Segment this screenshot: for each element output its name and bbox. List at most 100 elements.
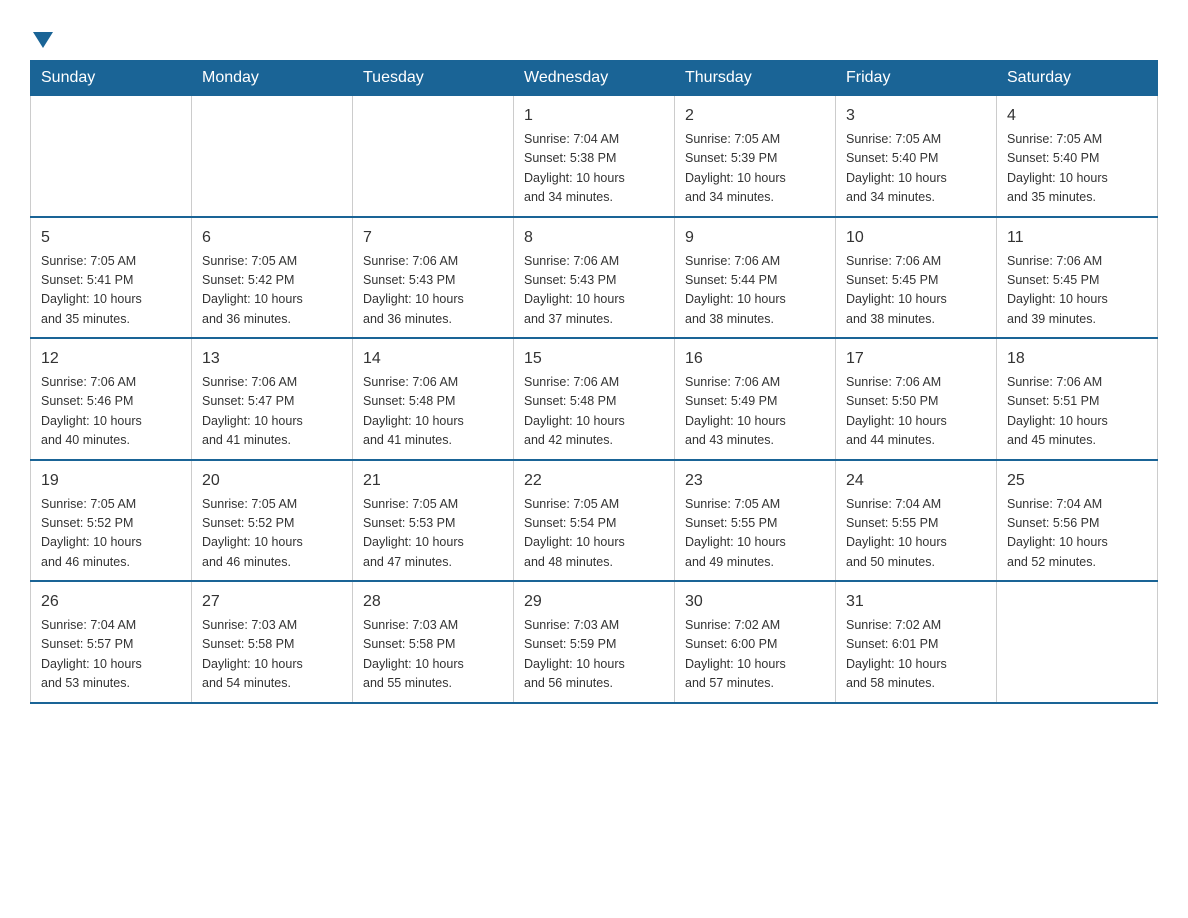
calendar-cell: 20Sunrise: 7:05 AMSunset: 5:52 PMDayligh… xyxy=(192,460,353,582)
calendar-week-row: 19Sunrise: 7:05 AMSunset: 5:52 PMDayligh… xyxy=(31,460,1158,582)
day-number: 2 xyxy=(685,104,825,128)
day-number: 23 xyxy=(685,469,825,493)
calendar-week-row: 12Sunrise: 7:06 AMSunset: 5:46 PMDayligh… xyxy=(31,338,1158,460)
day-info: Sunrise: 7:05 AMSunset: 5:40 PMDaylight:… xyxy=(846,130,986,208)
day-info: Sunrise: 7:06 AMSunset: 5:47 PMDaylight:… xyxy=(202,373,342,451)
calendar-cell: 18Sunrise: 7:06 AMSunset: 5:51 PMDayligh… xyxy=(997,338,1158,460)
calendar-cell: 27Sunrise: 7:03 AMSunset: 5:58 PMDayligh… xyxy=(192,581,353,703)
day-number: 25 xyxy=(1007,469,1147,493)
day-number: 8 xyxy=(524,226,664,250)
calendar-cell: 23Sunrise: 7:05 AMSunset: 5:55 PMDayligh… xyxy=(675,460,836,582)
calendar-cell: 14Sunrise: 7:06 AMSunset: 5:48 PMDayligh… xyxy=(353,338,514,460)
day-header-thursday: Thursday xyxy=(675,61,836,96)
calendar-week-row: 1Sunrise: 7:04 AMSunset: 5:38 PMDaylight… xyxy=(31,96,1158,217)
day-info: Sunrise: 7:05 AMSunset: 5:54 PMDaylight:… xyxy=(524,495,664,573)
day-info: Sunrise: 7:03 AMSunset: 5:58 PMDaylight:… xyxy=(202,616,342,694)
calendar-cell: 10Sunrise: 7:06 AMSunset: 5:45 PMDayligh… xyxy=(836,217,997,339)
day-info: Sunrise: 7:06 AMSunset: 5:44 PMDaylight:… xyxy=(685,252,825,330)
day-info: Sunrise: 7:06 AMSunset: 5:46 PMDaylight:… xyxy=(41,373,181,451)
day-info: Sunrise: 7:04 AMSunset: 5:38 PMDaylight:… xyxy=(524,130,664,208)
calendar-table: SundayMondayTuesdayWednesdayThursdayFrid… xyxy=(30,60,1158,704)
calendar-week-row: 26Sunrise: 7:04 AMSunset: 5:57 PMDayligh… xyxy=(31,581,1158,703)
calendar-header-row: SundayMondayTuesdayWednesdayThursdayFrid… xyxy=(31,61,1158,96)
day-info: Sunrise: 7:04 AMSunset: 5:57 PMDaylight:… xyxy=(41,616,181,694)
day-number: 30 xyxy=(685,590,825,614)
calendar-cell: 9Sunrise: 7:06 AMSunset: 5:44 PMDaylight… xyxy=(675,217,836,339)
day-number: 28 xyxy=(363,590,503,614)
calendar-week-row: 5Sunrise: 7:05 AMSunset: 5:41 PMDaylight… xyxy=(31,217,1158,339)
calendar-cell: 29Sunrise: 7:03 AMSunset: 5:59 PMDayligh… xyxy=(514,581,675,703)
calendar-cell: 2Sunrise: 7:05 AMSunset: 5:39 PMDaylight… xyxy=(675,96,836,217)
day-number: 18 xyxy=(1007,347,1147,371)
day-info: Sunrise: 7:05 AMSunset: 5:40 PMDaylight:… xyxy=(1007,130,1147,208)
calendar-cell: 26Sunrise: 7:04 AMSunset: 5:57 PMDayligh… xyxy=(31,581,192,703)
day-info: Sunrise: 7:05 AMSunset: 5:53 PMDaylight:… xyxy=(363,495,503,573)
calendar-cell: 11Sunrise: 7:06 AMSunset: 5:45 PMDayligh… xyxy=(997,217,1158,339)
day-number: 5 xyxy=(41,226,181,250)
day-info: Sunrise: 7:03 AMSunset: 5:59 PMDaylight:… xyxy=(524,616,664,694)
day-number: 10 xyxy=(846,226,986,250)
day-info: Sunrise: 7:06 AMSunset: 5:45 PMDaylight:… xyxy=(1007,252,1147,330)
day-number: 6 xyxy=(202,226,342,250)
calendar-cell xyxy=(31,96,192,217)
calendar-cell xyxy=(997,581,1158,703)
calendar-cell xyxy=(353,96,514,217)
day-number: 7 xyxy=(363,226,503,250)
day-number: 11 xyxy=(1007,226,1147,250)
calendar-cell: 16Sunrise: 7:06 AMSunset: 5:49 PMDayligh… xyxy=(675,338,836,460)
calendar-cell: 3Sunrise: 7:05 AMSunset: 5:40 PMDaylight… xyxy=(836,96,997,217)
day-info: Sunrise: 7:04 AMSunset: 5:56 PMDaylight:… xyxy=(1007,495,1147,573)
day-number: 14 xyxy=(363,347,503,371)
calendar-cell: 28Sunrise: 7:03 AMSunset: 5:58 PMDayligh… xyxy=(353,581,514,703)
day-number: 15 xyxy=(524,347,664,371)
calendar-cell: 1Sunrise: 7:04 AMSunset: 5:38 PMDaylight… xyxy=(514,96,675,217)
day-number: 16 xyxy=(685,347,825,371)
day-info: Sunrise: 7:05 AMSunset: 5:41 PMDaylight:… xyxy=(41,252,181,330)
day-header-monday: Monday xyxy=(192,61,353,96)
calendar-cell: 12Sunrise: 7:06 AMSunset: 5:46 PMDayligh… xyxy=(31,338,192,460)
calendar-cell: 19Sunrise: 7:05 AMSunset: 5:52 PMDayligh… xyxy=(31,460,192,582)
day-number: 1 xyxy=(524,104,664,128)
day-info: Sunrise: 7:04 AMSunset: 5:55 PMDaylight:… xyxy=(846,495,986,573)
day-info: Sunrise: 7:06 AMSunset: 5:50 PMDaylight:… xyxy=(846,373,986,451)
day-number: 19 xyxy=(41,469,181,493)
day-info: Sunrise: 7:06 AMSunset: 5:45 PMDaylight:… xyxy=(846,252,986,330)
day-info: Sunrise: 7:06 AMSunset: 5:43 PMDaylight:… xyxy=(524,252,664,330)
calendar-cell: 4Sunrise: 7:05 AMSunset: 5:40 PMDaylight… xyxy=(997,96,1158,217)
day-info: Sunrise: 7:06 AMSunset: 5:48 PMDaylight:… xyxy=(363,373,503,451)
day-number: 24 xyxy=(846,469,986,493)
calendar-cell: 21Sunrise: 7:05 AMSunset: 5:53 PMDayligh… xyxy=(353,460,514,582)
calendar-cell: 30Sunrise: 7:02 AMSunset: 6:00 PMDayligh… xyxy=(675,581,836,703)
day-number: 21 xyxy=(363,469,503,493)
logo-arrow-icon xyxy=(33,32,53,48)
calendar-cell xyxy=(192,96,353,217)
day-number: 31 xyxy=(846,590,986,614)
day-info: Sunrise: 7:05 AMSunset: 5:55 PMDaylight:… xyxy=(685,495,825,573)
calendar-cell: 25Sunrise: 7:04 AMSunset: 5:56 PMDayligh… xyxy=(997,460,1158,582)
page-header xyxy=(30,20,1158,46)
day-number: 29 xyxy=(524,590,664,614)
calendar-cell: 15Sunrise: 7:06 AMSunset: 5:48 PMDayligh… xyxy=(514,338,675,460)
day-info: Sunrise: 7:06 AMSunset: 5:43 PMDaylight:… xyxy=(363,252,503,330)
calendar-cell: 31Sunrise: 7:02 AMSunset: 6:01 PMDayligh… xyxy=(836,581,997,703)
day-info: Sunrise: 7:05 AMSunset: 5:42 PMDaylight:… xyxy=(202,252,342,330)
day-number: 4 xyxy=(1007,104,1147,128)
day-header-friday: Friday xyxy=(836,61,997,96)
day-info: Sunrise: 7:05 AMSunset: 5:52 PMDaylight:… xyxy=(41,495,181,573)
calendar-cell: 8Sunrise: 7:06 AMSunset: 5:43 PMDaylight… xyxy=(514,217,675,339)
day-info: Sunrise: 7:06 AMSunset: 5:51 PMDaylight:… xyxy=(1007,373,1147,451)
day-number: 22 xyxy=(524,469,664,493)
day-number: 3 xyxy=(846,104,986,128)
day-number: 13 xyxy=(202,347,342,371)
calendar-cell: 7Sunrise: 7:06 AMSunset: 5:43 PMDaylight… xyxy=(353,217,514,339)
calendar-cell: 13Sunrise: 7:06 AMSunset: 5:47 PMDayligh… xyxy=(192,338,353,460)
day-info: Sunrise: 7:05 AMSunset: 5:52 PMDaylight:… xyxy=(202,495,342,573)
day-number: 12 xyxy=(41,347,181,371)
day-header-tuesday: Tuesday xyxy=(353,61,514,96)
day-info: Sunrise: 7:02 AMSunset: 6:00 PMDaylight:… xyxy=(685,616,825,694)
calendar-cell: 5Sunrise: 7:05 AMSunset: 5:41 PMDaylight… xyxy=(31,217,192,339)
calendar-cell: 24Sunrise: 7:04 AMSunset: 5:55 PMDayligh… xyxy=(836,460,997,582)
calendar-cell: 22Sunrise: 7:05 AMSunset: 5:54 PMDayligh… xyxy=(514,460,675,582)
day-number: 20 xyxy=(202,469,342,493)
day-info: Sunrise: 7:06 AMSunset: 5:49 PMDaylight:… xyxy=(685,373,825,451)
